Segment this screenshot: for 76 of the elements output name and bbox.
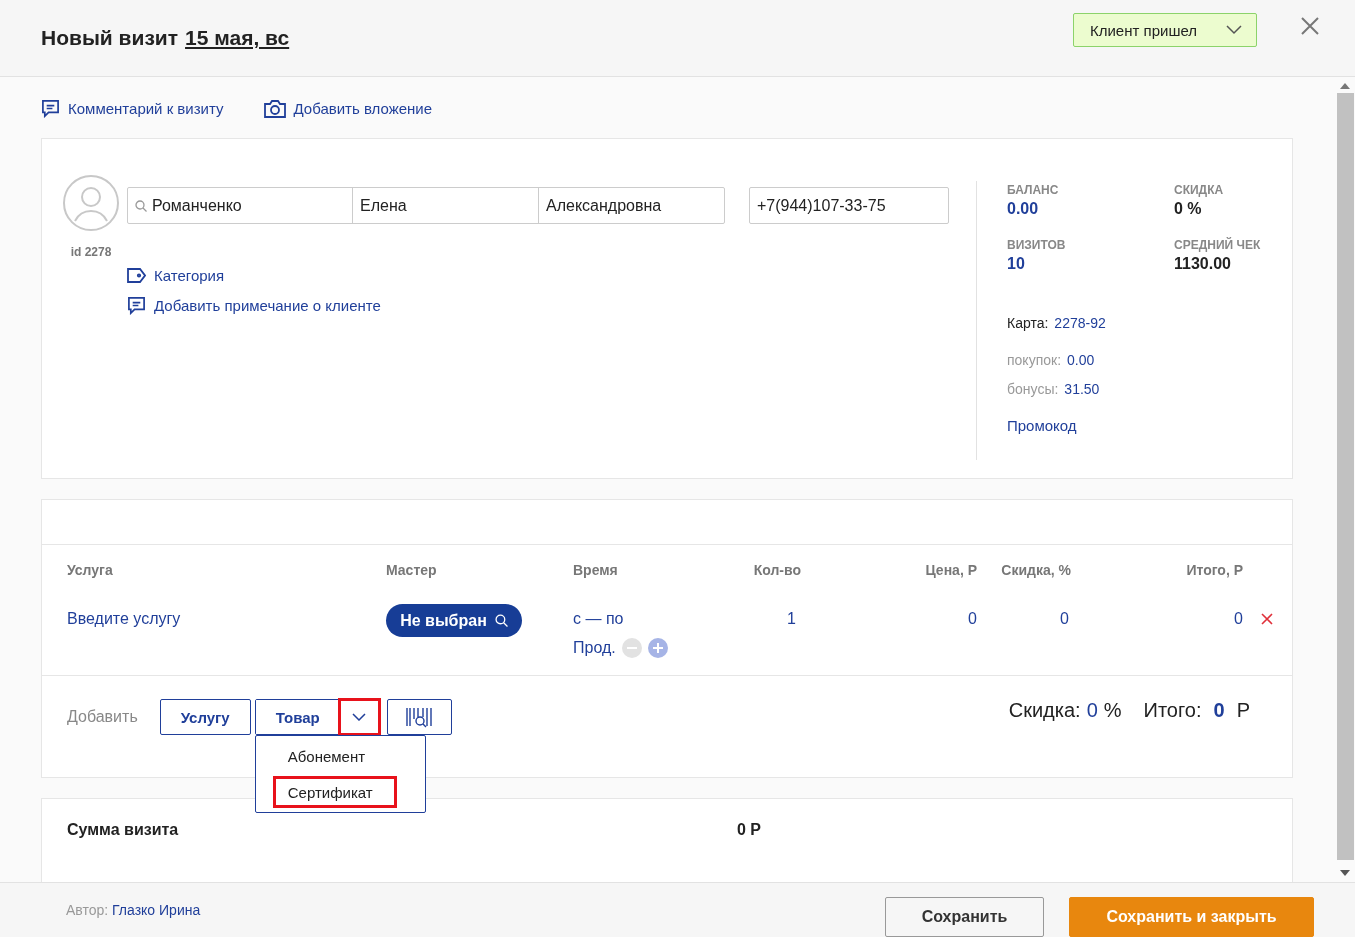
quantity-cell-text: 1 bbox=[786, 609, 797, 628]
stat-label: СКИДКА bbox=[1174, 183, 1225, 197]
summary-label: Сумма визита bbox=[67, 821, 180, 840]
client-id: id 2278 bbox=[70, 245, 112, 259]
card-detail-value: 0.00 bbox=[1067, 352, 1095, 368]
discount-total: 0 bbox=[1086, 699, 1098, 722]
chevron-down-icon bbox=[1226, 25, 1242, 35]
stat-value: 0 % bbox=[1174, 200, 1203, 218]
tag-icon bbox=[127, 268, 146, 283]
total-cell-text: 0 bbox=[1233, 609, 1243, 628]
time-range[interactable]: с — по bbox=[573, 610, 749, 628]
middle-name-value: Александровна bbox=[546, 196, 662, 215]
first-name-value: Елена bbox=[360, 196, 407, 215]
add-label: Добавить bbox=[67, 708, 138, 726]
barcode-search-icon bbox=[405, 706, 434, 728]
close-button[interactable] bbox=[1301, 17, 1319, 35]
client-note-link[interactable]: Добавить примечание о клиенте bbox=[127, 296, 949, 315]
stat-value: 0.00 bbox=[1007, 200, 1040, 218]
card-label: Карта: bbox=[1007, 315, 1049, 331]
camera-icon bbox=[263, 99, 286, 118]
promo-link[interactable]: Промокод bbox=[1007, 417, 1292, 434]
close-icon bbox=[1261, 613, 1273, 625]
column-header: Услуга bbox=[67, 562, 114, 580]
master-select-button[interactable]: Не выбран bbox=[386, 604, 522, 637]
card-detail-value: 31.50 bbox=[1064, 381, 1100, 397]
save-button[interactable]: Сохранить bbox=[885, 897, 1044, 937]
column-header: Цена, Р bbox=[924, 562, 977, 580]
card-detail-label: бонусы: bbox=[1007, 381, 1059, 397]
total-label: Итого: bbox=[1143, 699, 1202, 722]
date-link[interactable]: 15 мая, вс bbox=[185, 26, 290, 50]
scroll-up-icon[interactable] bbox=[1340, 83, 1350, 89]
currency-unit: Р bbox=[1236, 699, 1250, 722]
menu-item[interactable]: Сертификат bbox=[272, 776, 397, 808]
discount-cell-text: 0 bbox=[1059, 609, 1070, 628]
card-detail-label: покупок: bbox=[1007, 352, 1062, 368]
discount-unit: % bbox=[1103, 699, 1122, 722]
column-header: Время bbox=[573, 562, 619, 580]
service-input-link[interactable]: Введите услугу bbox=[67, 600, 386, 628]
dropdown-toggle[interactable] bbox=[339, 700, 379, 734]
plus-icon bbox=[652, 643, 663, 653]
last-name-value: Романченко bbox=[152, 196, 242, 215]
author-label: Автор: bbox=[66, 902, 109, 918]
total-amount: 0 bbox=[1213, 699, 1225, 722]
attachment-link[interactable]: Добавить вложение bbox=[263, 99, 433, 118]
column-header: Итого, Р bbox=[1185, 562, 1243, 580]
column-header: Мастер bbox=[386, 562, 438, 580]
chevron-down-icon bbox=[352, 713, 367, 721]
extend-label: Прод. bbox=[573, 639, 616, 657]
scroll-down-icon[interactable] bbox=[1340, 870, 1350, 876]
status-dropdown[interactable]: Клиент пришел bbox=[1073, 13, 1257, 47]
discount-label: Скидка: bbox=[1008, 699, 1081, 722]
name-fields[interactable]: Романченко Елена Александровна bbox=[127, 187, 725, 224]
add-service-button[interactable]: Услугу bbox=[159, 699, 251, 735]
stat-label: ВИЗИТОВ bbox=[1007, 238, 1067, 252]
barcode-scan-button[interactable] bbox=[386, 699, 452, 735]
comment-icon bbox=[127, 296, 146, 315]
search-icon bbox=[135, 199, 147, 212]
window-title: Новый визит bbox=[41, 26, 179, 50]
comment-link[interactable]: Комментарий к визиту bbox=[41, 99, 224, 118]
category-link[interactable]: Категория bbox=[127, 267, 949, 284]
column-header: Скидка, % bbox=[1000, 562, 1071, 580]
author-name[interactable]: Глазко Ирина bbox=[112, 902, 201, 918]
stat-label: СРЕДНИЙ ЧЕК bbox=[1174, 238, 1262, 252]
stat-value: 1130.00 bbox=[1174, 255, 1232, 273]
price-cell-text: 0 bbox=[967, 609, 977, 628]
stat-label: БАЛАНС bbox=[1007, 183, 1060, 197]
card-number: 2278-92 bbox=[1054, 315, 1106, 331]
stat-value: 10 bbox=[1007, 255, 1026, 273]
search-icon bbox=[494, 614, 508, 627]
column-header: Кол-во bbox=[752, 562, 801, 580]
close-icon bbox=[1301, 17, 1319, 35]
avatar-icon bbox=[63, 175, 119, 231]
summary-value: 0 Р bbox=[737, 821, 761, 840]
phone-field[interactable]: +7(944)107-33-75 bbox=[749, 187, 949, 224]
delete-button[interactable] bbox=[1261, 613, 1273, 625]
comment-icon bbox=[41, 99, 60, 118]
